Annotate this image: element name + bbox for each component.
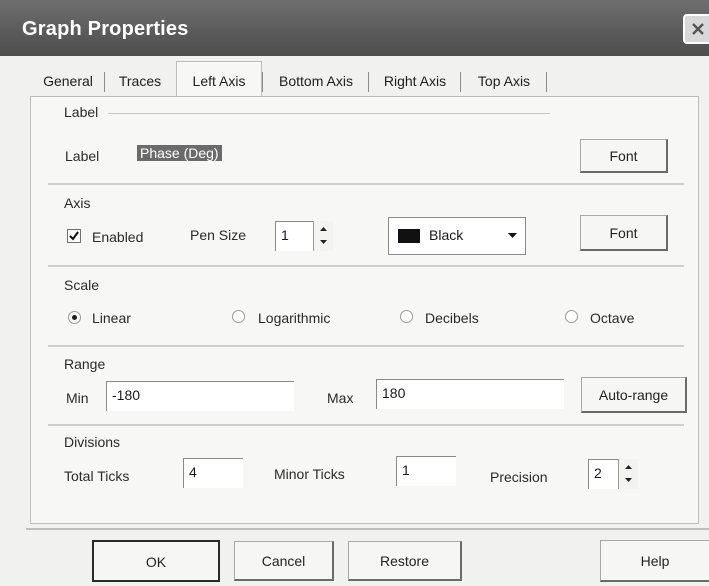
restore-button[interactable]: Restore xyxy=(348,541,462,581)
spin-up-button[interactable] xyxy=(314,221,333,236)
scale-group-title: Scale xyxy=(64,277,100,293)
color-select-value: Black xyxy=(429,227,464,243)
group-separator xyxy=(48,183,684,185)
help-button[interactable]: Help xyxy=(600,540,709,582)
color-swatch xyxy=(398,229,420,243)
enabled-checkbox[interactable] xyxy=(67,229,81,243)
axis-group-title: Axis xyxy=(64,195,91,211)
cancel-button[interactable]: Cancel xyxy=(234,541,334,581)
radio-selected-dot xyxy=(72,315,77,320)
label-group-title: Label xyxy=(64,104,99,120)
pen-size-label: Pen Size xyxy=(190,227,247,243)
axis-font-button[interactable]: Font xyxy=(580,215,668,251)
autorange-button[interactable]: Auto-range xyxy=(581,377,687,413)
tab-separator xyxy=(546,72,547,92)
close-button[interactable] xyxy=(683,14,709,44)
tab-separator xyxy=(368,72,369,92)
minor-ticks-input[interactable]: 1 xyxy=(396,456,456,486)
tab-separator xyxy=(262,72,263,92)
title-bar[interactable]: Graph Properties xyxy=(0,0,709,56)
arrow-down-icon xyxy=(320,240,327,244)
range-max-label: Max xyxy=(327,390,354,406)
footer-separator xyxy=(26,528,709,530)
precision-input[interactable]: 2 xyxy=(588,459,618,489)
scale-decibels-label: Decibels xyxy=(425,310,479,326)
scale-decibels-radio[interactable] xyxy=(400,310,413,323)
window-title: Graph Properties xyxy=(22,18,189,40)
spin-down-button[interactable] xyxy=(619,474,638,489)
scale-logarithmic-radio[interactable] xyxy=(232,310,245,323)
spin-up-button[interactable] xyxy=(619,459,638,474)
divisions-group-title: Divisions xyxy=(64,434,121,450)
arrow-up-icon xyxy=(320,227,327,231)
range-min-input[interactable]: -180 xyxy=(106,381,294,411)
scale-linear-label: Linear xyxy=(92,310,131,326)
group-separator xyxy=(48,265,684,267)
arrow-down-icon xyxy=(625,478,632,482)
checkmark-icon xyxy=(69,231,79,241)
range-min-label: Min xyxy=(66,390,89,406)
tab-separator xyxy=(104,72,105,92)
total-ticks-input[interactable]: 4 xyxy=(183,458,243,488)
label-field-label: Label xyxy=(65,148,100,164)
pen-size-spinner[interactable] xyxy=(313,221,333,251)
axis-color-select[interactable]: Black xyxy=(388,217,526,255)
tab-right-axis[interactable]: Right Axis xyxy=(372,64,458,98)
range-group-title: Range xyxy=(64,356,106,372)
tab-traces[interactable]: Traces xyxy=(110,64,170,98)
label-input[interactable]: Phase (Deg) xyxy=(132,140,552,168)
arrow-up-icon xyxy=(625,465,632,469)
tab-separator xyxy=(460,72,461,92)
graph-properties-dialog: Graph Properties General Traces Left Axi… xyxy=(0,0,709,586)
enabled-label: Enabled xyxy=(92,229,144,245)
label-font-button[interactable]: Font xyxy=(580,139,668,173)
precision-label: Precision xyxy=(490,469,548,485)
pen-size-input[interactable]: 1 xyxy=(275,221,313,251)
scale-linear-radio[interactable] xyxy=(68,311,81,324)
group-separator xyxy=(48,424,684,426)
scale-logarithmic-label: Logarithmic xyxy=(258,310,331,326)
scale-octave-label: Octave xyxy=(590,310,635,326)
tab-top-axis[interactable]: Top Axis xyxy=(464,64,544,98)
scale-octave-radio[interactable] xyxy=(565,310,578,323)
label-input-value: Phase (Deg) xyxy=(137,145,222,161)
precision-spinner[interactable] xyxy=(618,459,638,489)
tab-general[interactable]: General xyxy=(36,64,100,98)
total-ticks-label: Total Ticks xyxy=(64,468,130,484)
minor-ticks-label: Minor Ticks xyxy=(274,466,345,482)
ok-button[interactable]: OK xyxy=(92,540,220,582)
group-line xyxy=(108,113,550,114)
tab-left-axis[interactable]: Left Axis xyxy=(176,61,262,100)
tab-bottom-axis[interactable]: Bottom Axis xyxy=(266,64,366,98)
chevron-down-icon xyxy=(508,233,517,238)
spin-down-button[interactable] xyxy=(314,236,333,251)
close-icon xyxy=(692,23,704,35)
group-separator xyxy=(48,345,684,347)
range-max-input[interactable]: 180 xyxy=(376,379,564,409)
